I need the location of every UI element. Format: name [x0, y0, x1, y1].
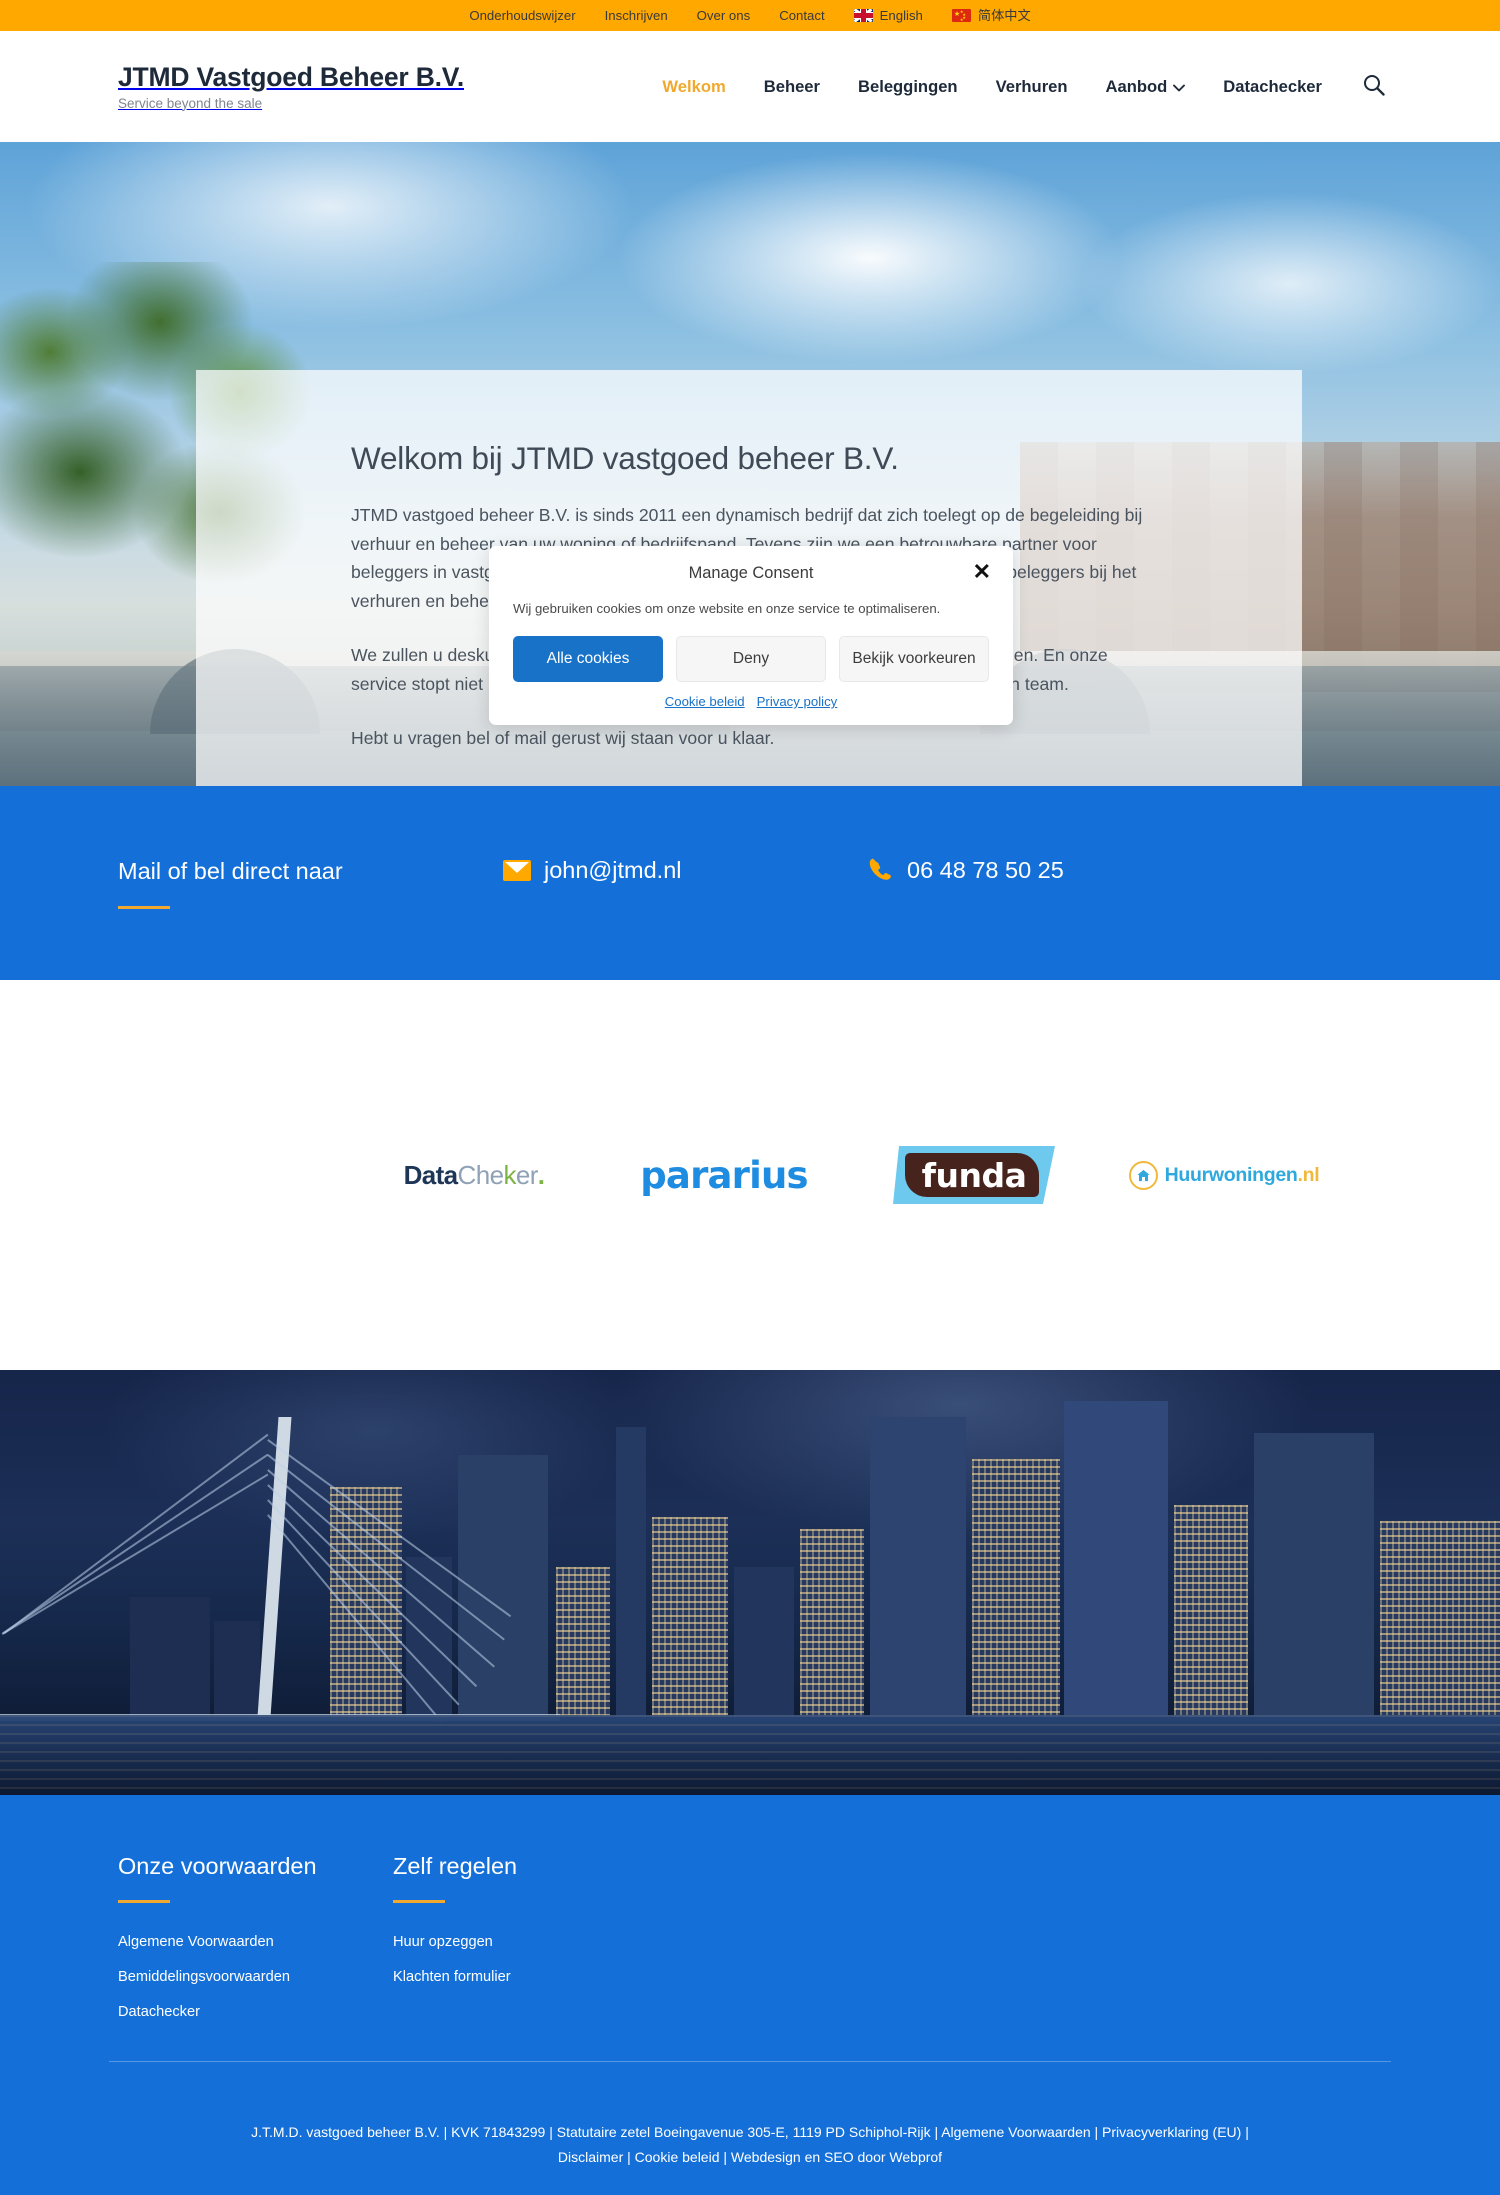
cookie-consent-dialog: Manage Consent ✕ Wij gebruiken cookies o… [489, 546, 1013, 725]
nav-item-beleggingen[interactable]: Beleggingen [839, 77, 977, 97]
footer-heading-underline [118, 1900, 170, 1903]
datachecker-logo-part-che: Che [457, 1159, 505, 1190]
footer-link-algemene-voorwaarden[interactable]: Algemene Voorwaarden [118, 1934, 393, 1950]
footer-heading-onze-voorwaarden: Onze voorwaarden [118, 1853, 317, 1879]
hero-heading: Welkom bij JTMD vastgoed beheer B.V. [351, 440, 899, 476]
privacy-policy-link[interactable]: Privacy policy [757, 694, 838, 709]
contact-band: Mail of bel direct naar john@jtmd.nl 06 … [0, 786, 1500, 980]
footer-link-datachecker[interactable]: Datachecker [118, 2004, 393, 2020]
contact-phone-text: 06 48 78 50 25 [907, 856, 1064, 883]
phone-icon [868, 857, 894, 883]
footer-heading-underline [393, 1900, 445, 1903]
partner-logo-datachecker[interactable]: DataCheker. [349, 1140, 599, 1210]
brand-title: JTMD Vastgoed Beheer B.V. [118, 62, 464, 93]
cookie-policy-link[interactable]: Cookie beleid [665, 694, 745, 709]
mail-icon [503, 859, 531, 881]
deny-cookies-button[interactable]: Deny [676, 636, 826, 682]
funda-logo-text: funda [921, 1155, 1027, 1195]
footer-heading-zelf-regelen: Zelf regelen [393, 1853, 518, 1879]
language-switcher-chinese[interactable]: ★ ★ ★ ★ ★ 简体中文 [951, 7, 1031, 23]
datachecker-logo-part-data: Data [403, 1159, 459, 1190]
close-icon[interactable]: ✕ [973, 561, 991, 583]
nav-item-aanbod[interactable]: Aanbod [1087, 77, 1205, 97]
pararius-logo-text: pararius [640, 1153, 808, 1197]
nav-item-aanbod-label: Aanbod [1105, 76, 1168, 96]
site-header: JTMD Vastgoed Beheer B.V. Service beyond… [0, 31, 1500, 142]
copyright-text: J.T.M.D. vastgoed beheer B.V. | KVK 7184… [251, 2124, 1249, 2165]
consent-title: Manage Consent [688, 564, 814, 582]
nav-item-welkom[interactable]: Welkom [643, 77, 744, 97]
contact-title-underline [118, 906, 170, 910]
brand-logo[interactable]: JTMD Vastgoed Beheer B.V. Service beyond… [109, 62, 464, 110]
partner-logo-pararius[interactable]: pararius [599, 1140, 849, 1210]
nav-item-beheer[interactable]: Beheer [745, 77, 839, 97]
datachecker-logo-part-er: er [515, 1159, 539, 1190]
footer-link-klachten-formulier[interactable]: Klachten formulier [393, 1969, 668, 1985]
top-utility-bar: Onderhoudswijzer Inschrijven Over ons Co… [0, 0, 1500, 31]
nav-item-datachecker[interactable]: Datachecker [1204, 77, 1341, 97]
footer-column-onze-voorwaarden: Onze voorwaarden Algemene Voorwaarden Be… [118, 1853, 393, 2039]
footer-link-huur-opzeggen[interactable]: Huur opzeggen [393, 1934, 668, 1950]
topbar-link-onderhoudswijzer[interactable]: Onderhoudswijzer [469, 9, 575, 22]
site-footer: Onze voorwaarden Algemene Voorwaarden Be… [0, 1795, 1500, 2102]
footer-link-bemiddelingsvoorwaarden[interactable]: Bemiddelingsvoorwaarden [118, 1969, 393, 1985]
city-towers-group [0, 1388, 1500, 1717]
search-icon [1363, 74, 1385, 99]
china-flag-icon: ★ ★ ★ ★ ★ [951, 8, 971, 22]
city-skyline-image [0, 1370, 1500, 1795]
topbar-link-contact[interactable]: Contact [779, 9, 824, 22]
datachecker-logo-part-dot: . [537, 1159, 545, 1190]
main-navigation: Welkom Beheer Beleggingen Verhuren Aanbo… [643, 74, 1391, 99]
consent-description: Wij gebruiken cookies om onze website en… [513, 601, 941, 616]
language-label-english: English [879, 7, 923, 23]
contact-title-block: Mail of bel direct naar [118, 857, 503, 910]
huurwoningen-logo-suffix: .nl [1297, 1163, 1320, 1186]
search-button[interactable] [1341, 74, 1391, 99]
contact-title: Mail of bel direct naar [118, 857, 343, 884]
partner-logo-funda[interactable]: funda [849, 1140, 1099, 1210]
contact-email-text: john@jtmd.nl [544, 856, 682, 883]
top-utility-links: Onderhoudswijzer Inschrijven Over ons Co… [469, 9, 1030, 22]
house-icon [1128, 1160, 1158, 1190]
topbar-link-over-ons[interactable]: Over ons [697, 9, 751, 22]
brand-tagline: Service beyond the sale [118, 95, 263, 111]
huurwoningen-logo-text: Huurwoningen [1164, 1163, 1298, 1186]
copyright-bar: J.T.M.D. vastgoed beheer B.V. | KVK 7184… [0, 2102, 1500, 2195]
language-label-chinese: 简体中文 [977, 7, 1031, 23]
partner-logo-huurwoningen[interactable]: Huurwoningen.nl [1099, 1140, 1349, 1210]
contact-email-link[interactable]: john@jtmd.nl [503, 857, 868, 884]
contact-phone-link[interactable]: 06 48 78 50 25 [868, 857, 1064, 884]
language-switcher-english[interactable]: English [853, 7, 923, 23]
uk-flag-icon [853, 8, 873, 22]
view-preferences-button[interactable]: Bekijk voorkeuren [839, 636, 989, 682]
nav-item-verhuren[interactable]: Verhuren [977, 77, 1087, 97]
footer-column-zelf-regelen: Zelf regelen Huur opzeggen Klachten form… [393, 1853, 668, 2039]
datachecker-logo-part-k: k [503, 1159, 516, 1190]
hero-paragraph-3: Hebt u vragen bel of mail gerust wij sta… [351, 728, 775, 748]
partner-logos-section: DataCheker. pararius funda Huurwoningen.… [0, 980, 1500, 1370]
city-water-reflection [0, 1715, 1500, 1795]
hero-section: Welkom bij JTMD vastgoed beheer B.V. JTM… [0, 142, 1500, 786]
accept-all-cookies-button[interactable]: Alle cookies [513, 636, 663, 682]
footer-divider [109, 2061, 1391, 2062]
topbar-link-inschrijven[interactable]: Inschrijven [605, 9, 668, 22]
chevron-down-icon [1173, 77, 1186, 97]
